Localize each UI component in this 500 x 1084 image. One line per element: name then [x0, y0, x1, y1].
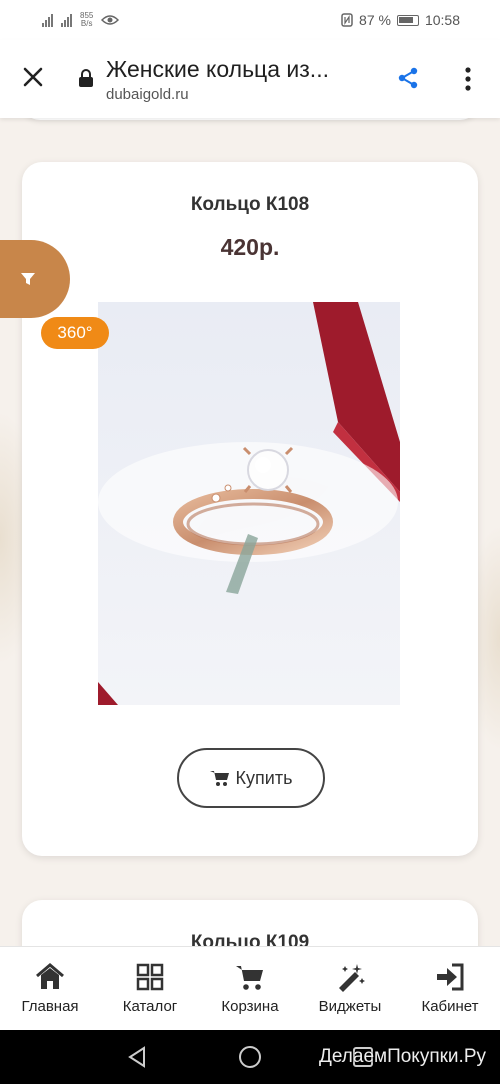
lock-icon — [79, 69, 93, 87]
battery-percent: 87 % — [359, 12, 391, 28]
360-view-badge[interactable]: 360° — [41, 317, 109, 349]
magic-wand-icon — [339, 964, 365, 992]
page-domain: dubaigold.ru — [106, 86, 189, 103]
home-circle-icon[interactable] — [238, 1045, 262, 1069]
grid-icon — [136, 963, 164, 991]
buy-button[interactable]: Купить — [177, 748, 325, 808]
nav-widgets-label: Виджеты — [318, 998, 382, 1015]
sign-in-icon — [437, 963, 464, 991]
nfc-icon — [341, 13, 353, 27]
nav-widgets[interactable]: Виджеты — [302, 962, 398, 1015]
nav-catalog-label: Каталог — [122, 998, 178, 1015]
cart-icon — [209, 771, 229, 786]
clock: 10:58 — [424, 12, 460, 28]
watermark: ДелаемПокупки.Ру — [318, 1046, 486, 1067]
page-content: Кольцо К108 420р. Купить Кольцо К109 — [0, 118, 500, 946]
page-title: Женские кольца из... — [106, 56, 329, 82]
home-icon — [36, 963, 64, 989]
bottom-nav: Главная Каталог Корзина Виджеты Кабинет — [0, 946, 500, 1030]
nav-catalog[interactable]: Каталог — [102, 962, 198, 1015]
status-bar: 855 B/s 87 % 10:58 — [0, 0, 500, 40]
nav-account-label: Кабинет — [421, 998, 479, 1015]
battery-icon — [396, 14, 419, 26]
product-image[interactable] — [98, 302, 400, 705]
net-speed-unit: B/s — [80, 19, 93, 28]
status-right: 87 % 10:58 — [341, 12, 460, 28]
next-product-name[interactable]: Кольцо К109 — [22, 932, 478, 946]
nav-cart-label: Корзина — [221, 998, 279, 1015]
nav-account[interactable]: Кабинет — [402, 962, 498, 1015]
browser-toolbar: Женские кольца из... dubaigold.ru — [0, 40, 500, 118]
next-product-card[interactable]: Кольцо К109 — [22, 900, 478, 946]
product-name[interactable]: Кольцо К108 — [22, 194, 478, 216]
share-icon[interactable] — [396, 66, 420, 90]
nav-home[interactable]: Главная — [2, 962, 98, 1015]
previous-product-card — [22, 118, 478, 120]
eye-icon — [101, 15, 120, 25]
nav-home-label: Главная — [21, 998, 79, 1015]
buy-button-label: Купить — [235, 767, 293, 788]
back-icon[interactable] — [126, 1046, 148, 1068]
signal-icon — [42, 13, 53, 27]
product-price: 420р. — [220, 234, 280, 260]
cart-icon — [236, 966, 263, 990]
net-speed: 855 B/s — [80, 12, 93, 28]
product-card[interactable]: Кольцо К108 420р. Купить — [22, 162, 478, 856]
filter-icon — [21, 273, 35, 285]
close-icon[interactable] — [18, 62, 48, 92]
status-left: 855 B/s — [42, 12, 120, 28]
more-menu-icon[interactable] — [458, 66, 478, 92]
nav-cart[interactable]: Корзина — [202, 962, 298, 1015]
signal-icon-2 — [61, 13, 72, 27]
